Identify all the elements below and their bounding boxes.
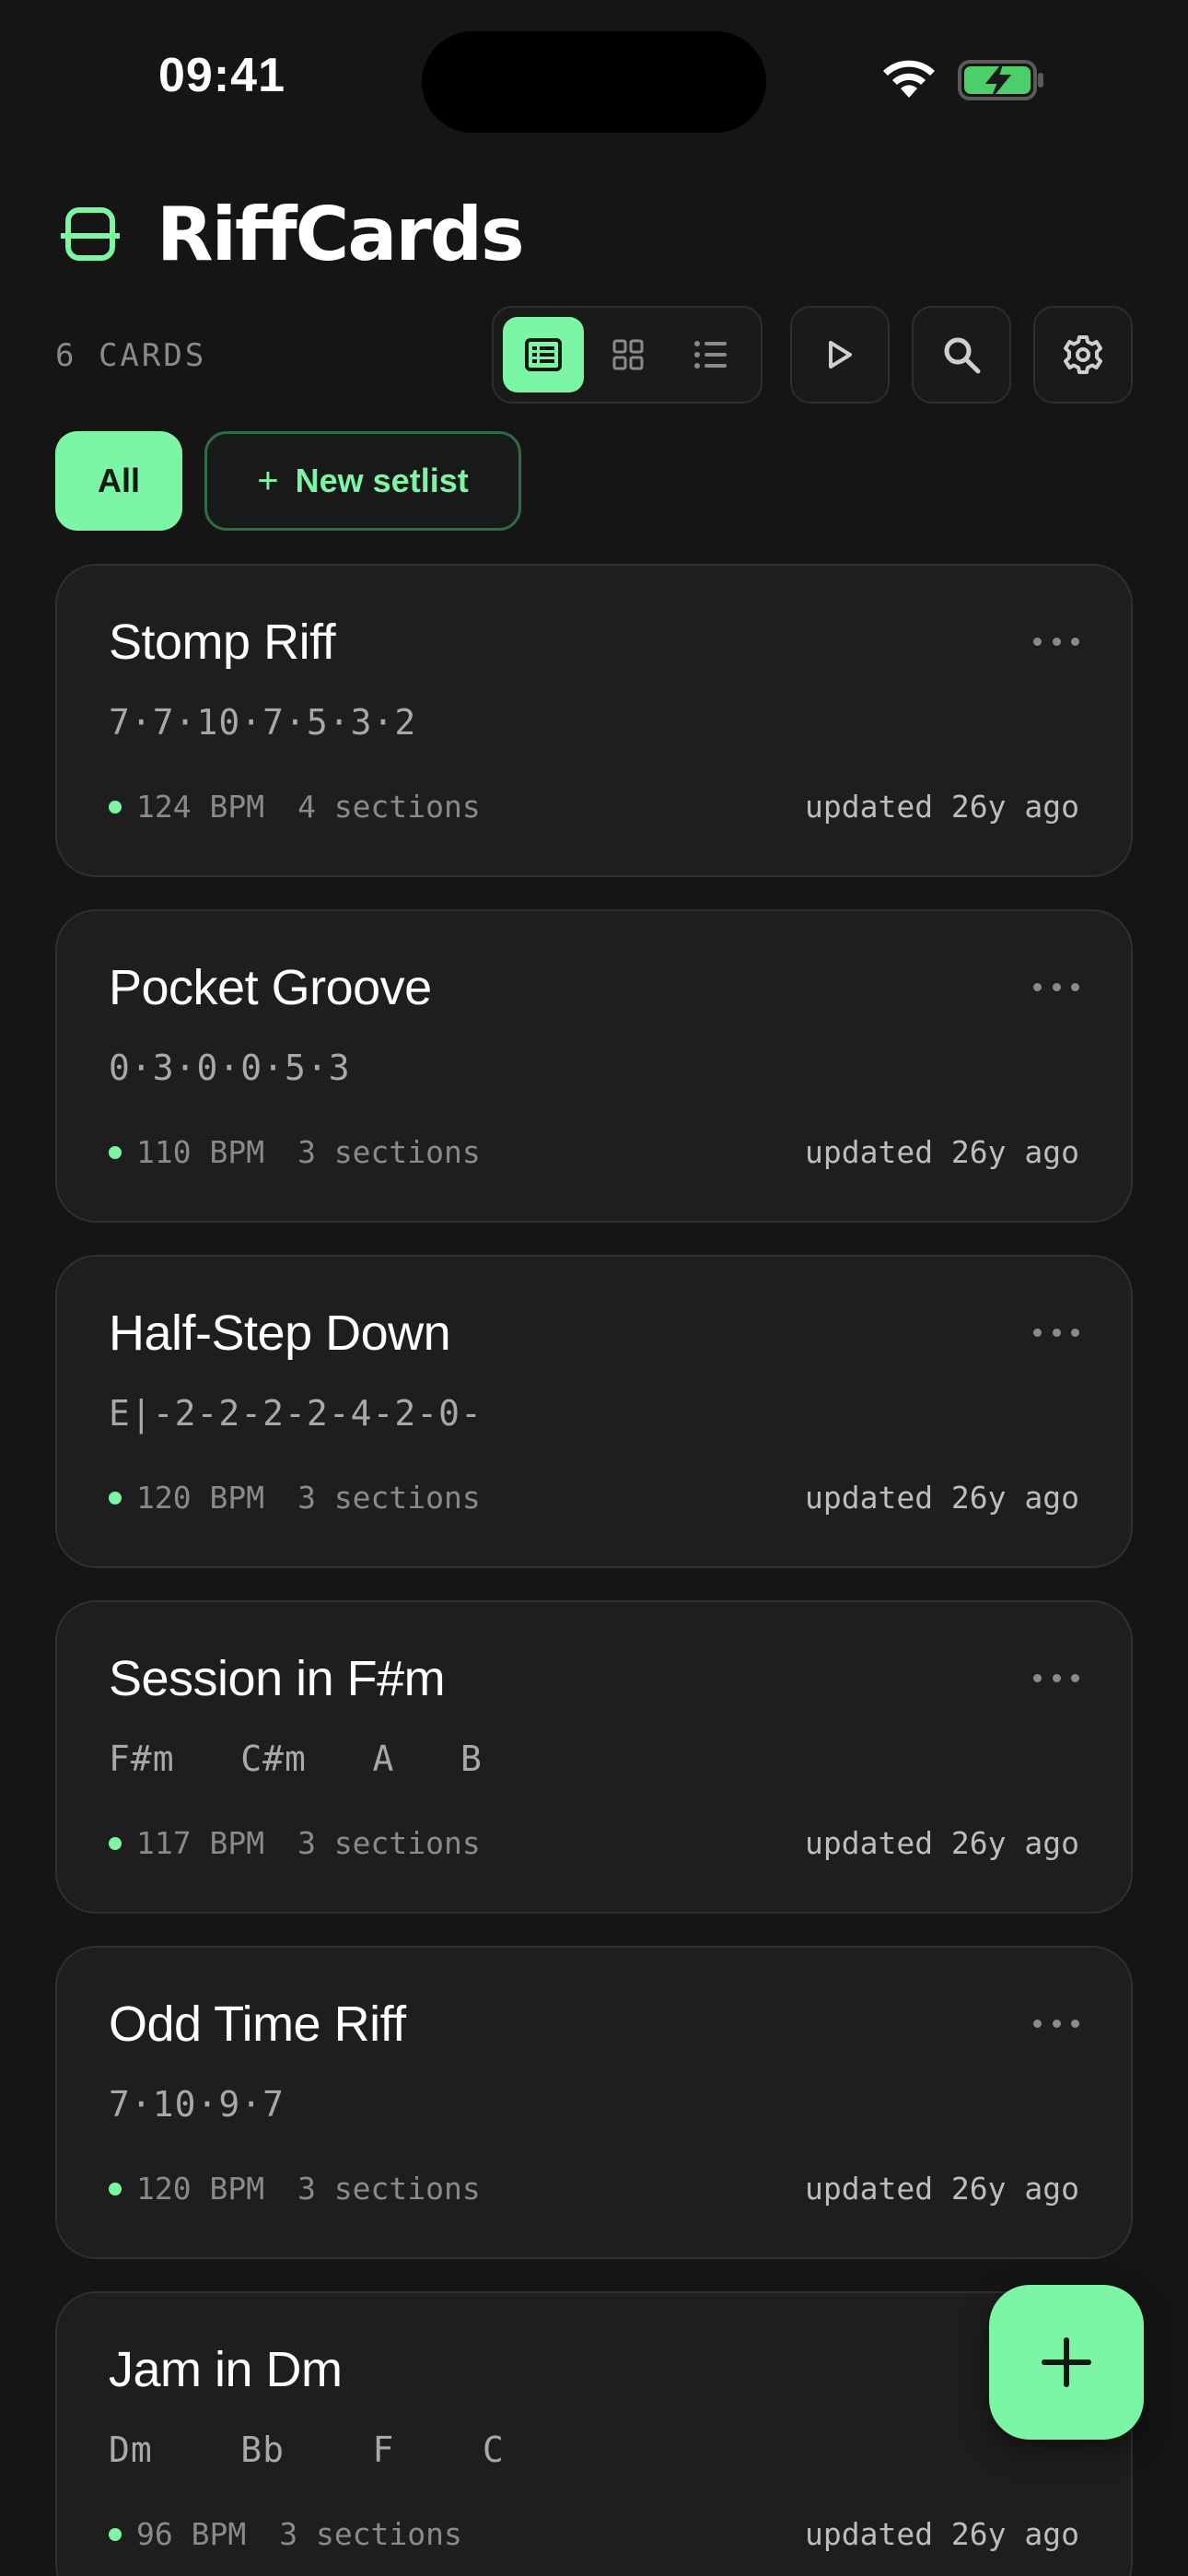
- card-bpm: 117 BPM: [136, 1825, 265, 1861]
- card-meta: 124 BPM 4 sections: [109, 789, 481, 825]
- more-options-icon[interactable]: [1033, 2014, 1079, 2032]
- view-mode-toggle: [492, 306, 763, 404]
- new-setlist-button[interactable]: + New setlist: [204, 431, 521, 531]
- card-updated: updated 26y ago: [804, 2171, 1079, 2207]
- card-bpm: 120 BPM: [136, 1480, 265, 1516]
- card-sections: 3 sections: [297, 1134, 481, 1170]
- more-options-icon[interactable]: [1033, 978, 1079, 996]
- screen: 09:41 RiffCards 6 CARDS All + New setlis…: [0, 0, 1188, 2576]
- card-tab-preview: 7·7·10·7·5·3·2: [109, 702, 417, 743]
- card-bpm: 110 BPM: [136, 1134, 265, 1170]
- filter-all-chip[interactable]: All: [55, 431, 182, 531]
- view-cards-button[interactable]: [503, 317, 584, 392]
- card-tab-preview: F#m C#m A B: [109, 1739, 483, 1779]
- view-grid-button[interactable]: [588, 317, 669, 392]
- app-logo-icon: [61, 207, 120, 261]
- card-bpm: 124 BPM: [136, 789, 265, 825]
- status-dot-icon: [109, 1836, 122, 1850]
- plus-icon: [1042, 2337, 1091, 2387]
- status-dot-icon: [109, 2527, 122, 2541]
- riff-card[interactable]: Odd Time Riff 7·10·9·7 120 BPM 3 section…: [55, 1946, 1133, 2259]
- card-sections: 3 sections: [297, 2171, 481, 2207]
- card-meta: 120 BPM 3 sections: [109, 2171, 481, 2207]
- card-meta: 117 BPM 3 sections: [109, 1825, 481, 1861]
- list-icon: [694, 341, 727, 369]
- search-button[interactable]: [912, 306, 1011, 404]
- card-title: Half-Step Down: [109, 1306, 451, 1361]
- riff-card[interactable]: Session in F#m F#m C#m A B 117 BPM 3 sec…: [55, 1600, 1133, 1914]
- card-title: Pocket Groove: [109, 960, 432, 1015]
- card-updated: updated 26y ago: [804, 1825, 1079, 1861]
- status-dot-icon: [109, 800, 122, 814]
- card-updated: updated 26y ago: [804, 2516, 1079, 2552]
- card-title: Stomp Riff: [109, 615, 336, 670]
- gear-icon: [1064, 335, 1102, 374]
- riff-card[interactable]: Stomp Riff 7·7·10·7·5·3·2 124 BPM 4 sect…: [55, 564, 1133, 877]
- more-options-icon[interactable]: [1033, 1669, 1079, 1687]
- status-dot-icon: [109, 1145, 122, 1159]
- grid-icon: [612, 339, 644, 370]
- card-title: Odd Time Riff: [109, 1996, 406, 2052]
- card-sections: 3 sections: [297, 1480, 481, 1516]
- search-icon: [944, 337, 981, 374]
- new-setlist-label: New setlist: [295, 462, 469, 499]
- status-time: 09:41: [158, 49, 285, 102]
- card-tab-preview: Dm Bb F C: [109, 2430, 505, 2470]
- riff-card[interactable]: Jam in Dm Dm Bb F C 96 BPM 3 sections up…: [55, 2291, 1133, 2576]
- card-count: 6 CARDS: [55, 337, 207, 374]
- card-updated: updated 26y ago: [804, 1480, 1079, 1516]
- settings-button[interactable]: [1033, 306, 1133, 404]
- card-meta: 120 BPM 3 sections: [109, 1480, 481, 1516]
- play-icon: [829, 341, 852, 369]
- dynamic-island: [422, 31, 766, 133]
- riff-card[interactable]: Half-Step Down E|-2-2-2-2-4-2-0- 120 BPM…: [55, 1255, 1133, 1568]
- status-dot-icon: [109, 2182, 122, 2195]
- card-title: Jam in Dm: [109, 2342, 343, 2397]
- more-options-icon[interactable]: [1033, 1323, 1079, 1341]
- card-bpm: 96 BPM: [136, 2516, 247, 2552]
- battery-charging-icon: [958, 60, 1043, 100]
- card-meta: 96 BPM 3 sections: [109, 2516, 462, 2552]
- riff-card[interactable]: Pocket Groove 0·3·0·0·5·3 110 BPM 3 sect…: [55, 909, 1133, 1223]
- status-dot-icon: [109, 1491, 122, 1505]
- card-sections: 3 sections: [297, 1825, 481, 1861]
- card-tab-preview: 0·3·0·0·5·3: [109, 1048, 351, 1088]
- card-updated: updated 26y ago: [804, 1134, 1079, 1170]
- card-meta: 110 BPM 3 sections: [109, 1134, 481, 1170]
- card-sections: 3 sections: [279, 2516, 462, 2552]
- add-card-button[interactable]: [989, 2285, 1144, 2440]
- card-tab-preview: 7·10·9·7: [109, 2084, 285, 2125]
- wifi-icon: [883, 60, 935, 98]
- plus-icon: +: [257, 460, 279, 501]
- card-updated: updated 26y ago: [804, 789, 1079, 825]
- card-sections: 4 sections: [297, 789, 481, 825]
- view-list-button[interactable]: [670, 317, 751, 392]
- card-list-icon: [525, 338, 562, 371]
- card-bpm: 120 BPM: [136, 2171, 265, 2207]
- play-button[interactable]: [790, 306, 890, 404]
- card-title: Session in F#m: [109, 1651, 446, 1706]
- more-options-icon[interactable]: [1033, 632, 1079, 650]
- card-tab-preview: E|-2-2-2-2-4-2-0-: [109, 1393, 483, 1434]
- app-title: RiffCards: [157, 192, 525, 277]
